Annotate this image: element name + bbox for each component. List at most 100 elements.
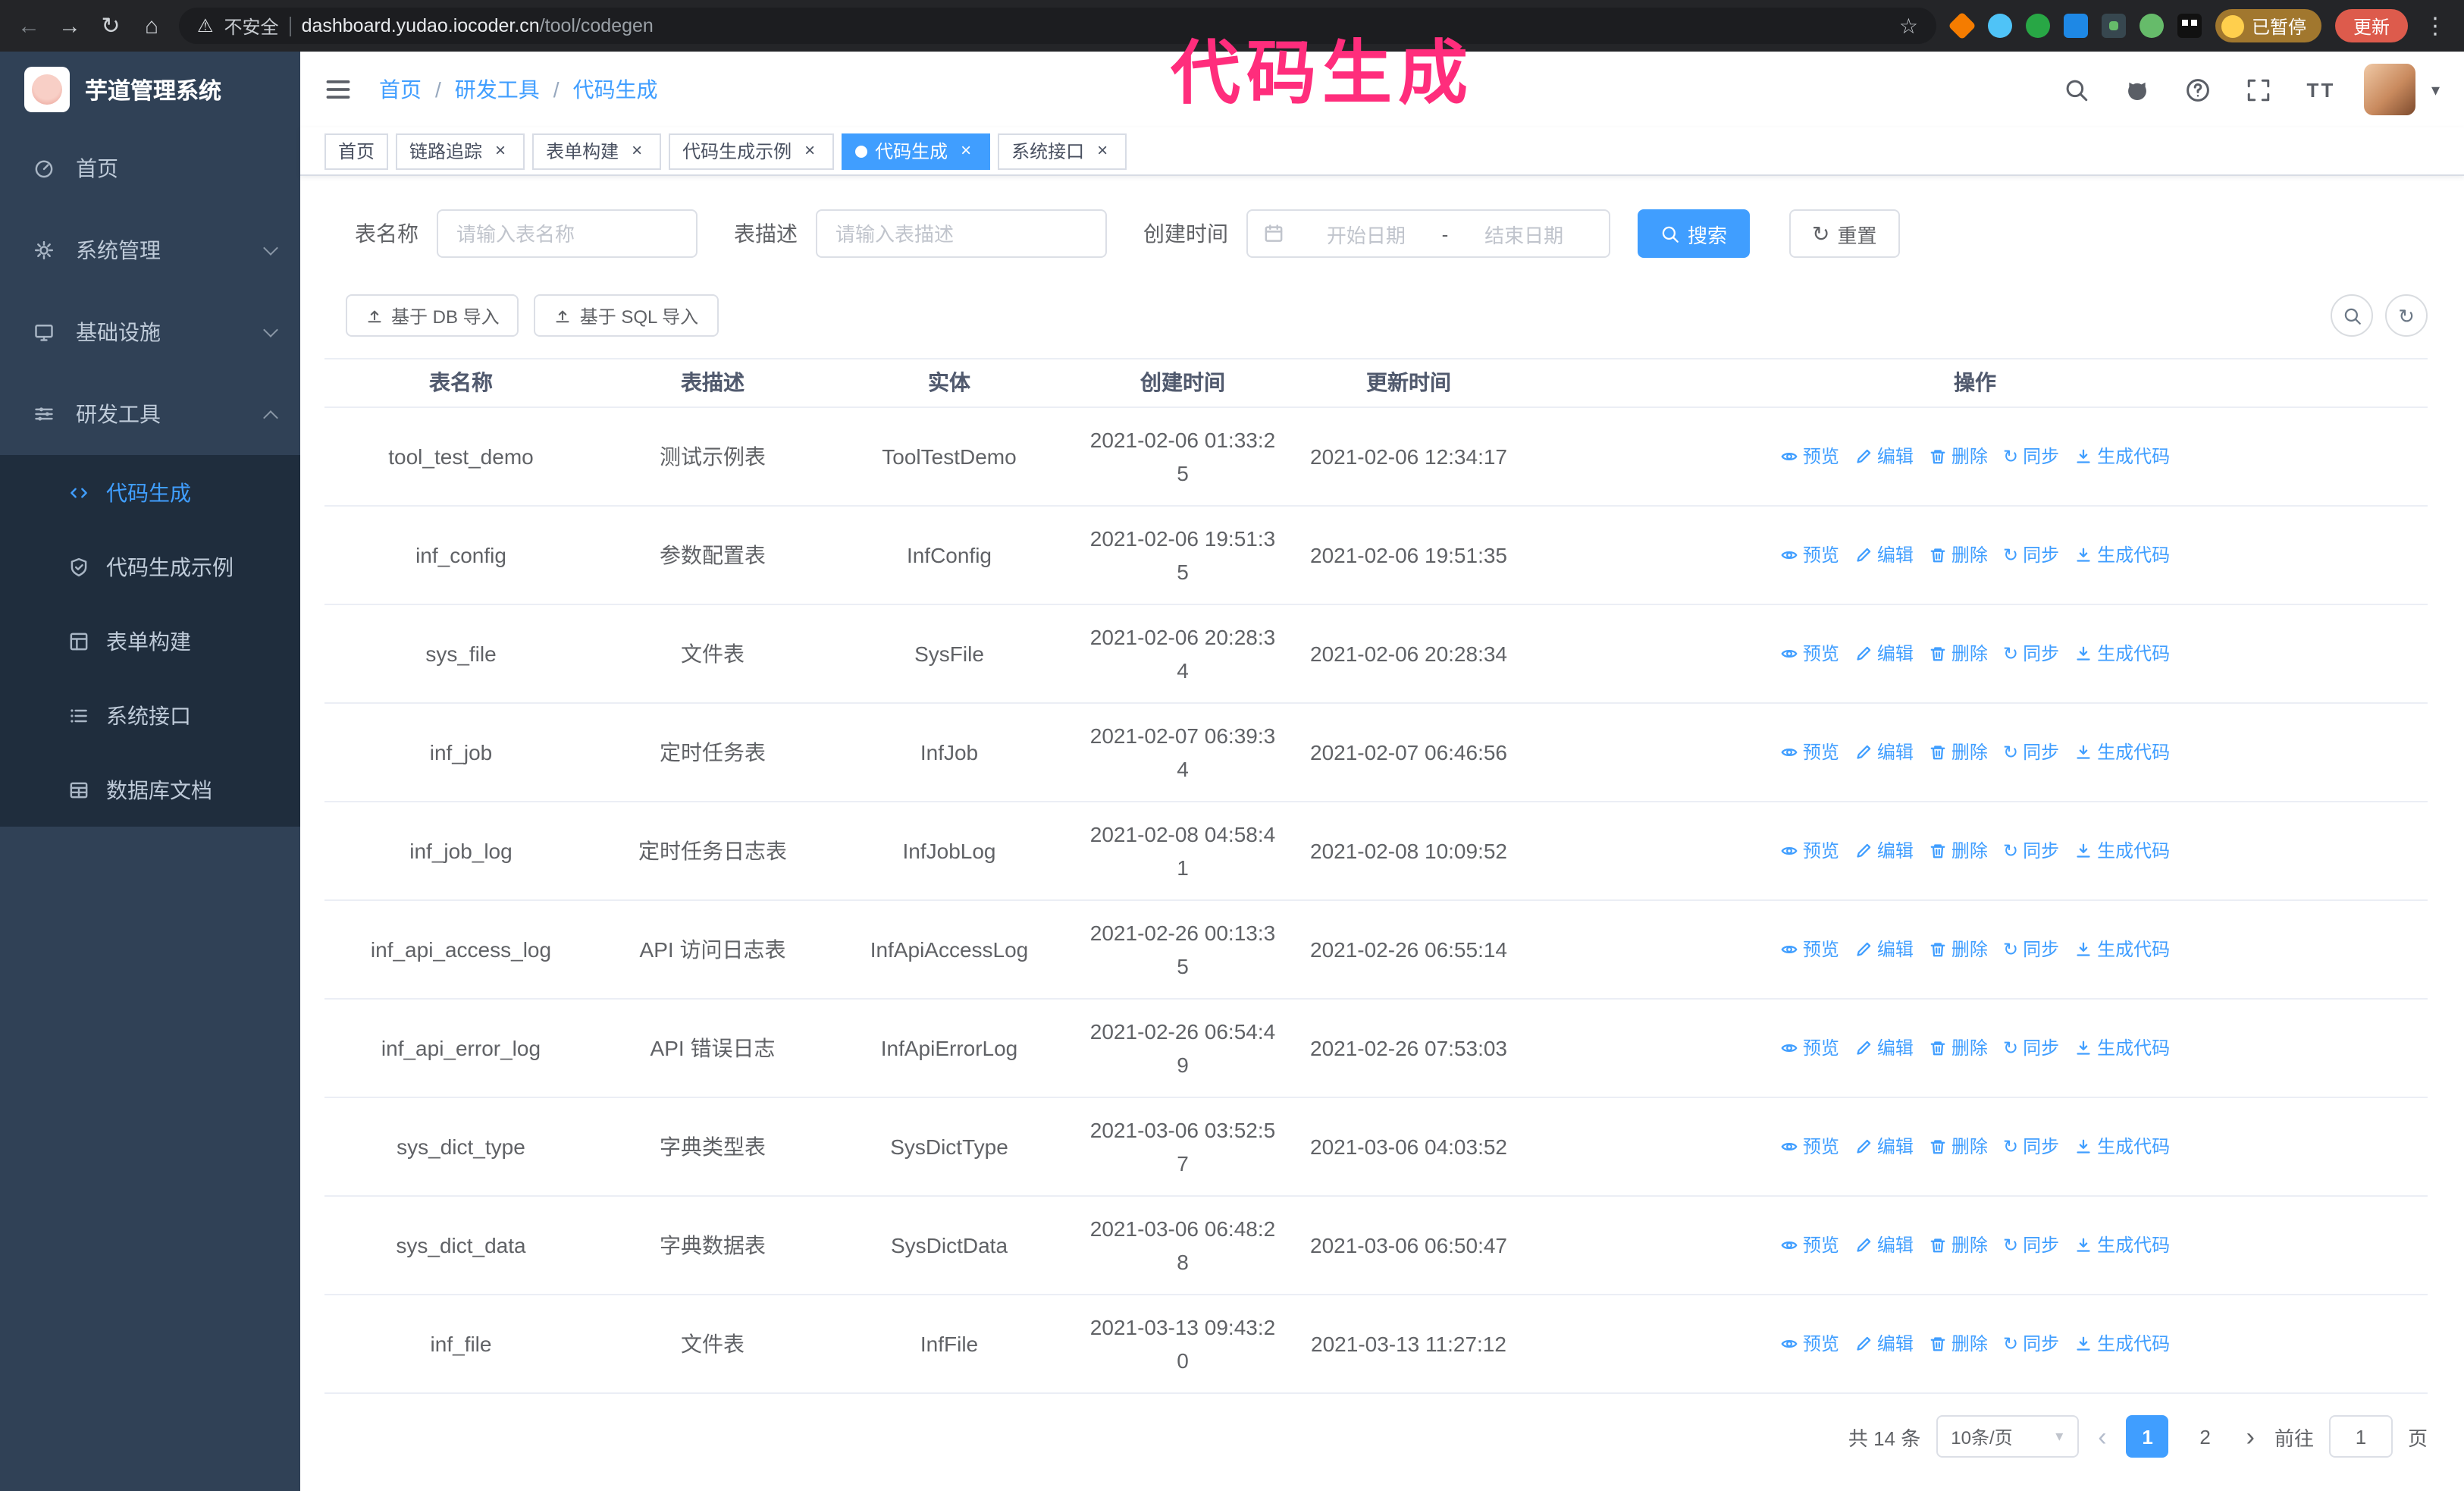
extension-icon[interactable]: [2101, 14, 2126, 38]
extension-icon[interactable]: [1987, 14, 2012, 38]
sidebar-item-form-builder[interactable]: 表单构建: [0, 604, 300, 678]
delete-link[interactable]: 删除: [1929, 1031, 1988, 1065]
extension-icon[interactable]: [1948, 11, 1977, 40]
reset-button[interactable]: ↻ 重置: [1789, 209, 1900, 258]
edit-link[interactable]: 编辑: [1854, 1327, 1914, 1361]
import-sql-button[interactable]: 基于 SQL 导入: [534, 294, 719, 337]
extension-icon[interactable]: [2063, 14, 2088, 38]
search-button[interactable]: 搜索: [1638, 209, 1751, 258]
preview-link[interactable]: 预览: [1780, 440, 1839, 473]
preview-link[interactable]: 预览: [1780, 1229, 1839, 1262]
sync-link[interactable]: ↻ 同步: [2003, 933, 2059, 966]
breadcrumb-home[interactable]: 首页: [379, 74, 422, 105]
preview-link[interactable]: 预览: [1780, 1031, 1839, 1065]
close-icon[interactable]: ×: [626, 140, 647, 162]
tab-system-api[interactable]: 系统接口 ×: [998, 133, 1127, 169]
sync-link[interactable]: ↻ 同步: [2003, 1130, 2059, 1163]
github-icon[interactable]: [2122, 74, 2152, 105]
font-size-icon[interactable]: T T: [2304, 74, 2334, 105]
extension-icon[interactable]: [2139, 14, 2164, 38]
preview-link[interactable]: 预览: [1780, 1130, 1839, 1163]
edit-link[interactable]: 编辑: [1854, 933, 1914, 966]
bookmark-star-icon[interactable]: ☆: [1899, 13, 1918, 39]
delete-link[interactable]: 删除: [1929, 736, 1988, 769]
sync-link[interactable]: ↻ 同步: [2003, 1031, 2059, 1065]
page-button-2[interactable]: 2: [2183, 1415, 2227, 1458]
preview-link[interactable]: 预览: [1780, 637, 1839, 670]
table-name-input[interactable]: [437, 209, 698, 258]
sync-link[interactable]: ↻ 同步: [2003, 1327, 2059, 1361]
extension-icon[interactable]: [2025, 14, 2050, 38]
delete-link[interactable]: 删除: [1929, 1229, 1988, 1262]
tab-codegen-example[interactable]: 代码生成示例 ×: [669, 133, 835, 169]
sync-link[interactable]: ↻ 同步: [2003, 538, 2059, 572]
browser-forward-button[interactable]: →: [56, 13, 83, 39]
extension-icon[interactable]: [2177, 14, 2202, 38]
generate-code-link[interactable]: 生成代码: [2074, 1229, 2170, 1262]
generate-code-link[interactable]: 生成代码: [2074, 538, 2170, 572]
delete-link[interactable]: 删除: [1929, 1327, 1988, 1361]
sidebar-toggle-button[interactable]: [324, 76, 352, 103]
avatar[interactable]: [2364, 64, 2416, 115]
tab-codegen[interactable]: 代码生成 ×: [842, 133, 991, 169]
profile-paused-badge[interactable]: 已暂停: [2215, 9, 2321, 42]
delete-link[interactable]: 删除: [1929, 440, 1988, 473]
sync-link[interactable]: ↻ 同步: [2003, 736, 2059, 769]
tab-tracing[interactable]: 链路追踪 ×: [396, 133, 525, 169]
generate-code-link[interactable]: 生成代码: [2074, 1031, 2170, 1065]
import-db-button[interactable]: 基于 DB 导入: [346, 294, 519, 337]
generate-code-link[interactable]: 生成代码: [2074, 736, 2170, 769]
edit-link[interactable]: 编辑: [1854, 736, 1914, 769]
close-icon[interactable]: ×: [799, 140, 820, 162]
tab-home[interactable]: 首页: [324, 133, 389, 169]
sidebar-item-home[interactable]: 首页: [0, 127, 300, 209]
fullscreen-icon[interactable]: [2243, 74, 2274, 105]
breadcrumb-devtools[interactable]: 研发工具: [455, 74, 540, 105]
edit-link[interactable]: 编辑: [1854, 538, 1914, 572]
close-icon[interactable]: ×: [490, 140, 511, 162]
browser-update-button[interactable]: 更新: [2334, 9, 2408, 42]
refresh-table-button[interactable]: ↻: [2385, 294, 2428, 337]
date-start-placeholder[interactable]: 开始日期: [1296, 219, 1436, 248]
browser-menu-kebab-icon[interactable]: ⋮: [2422, 12, 2449, 39]
tab-form-builder[interactable]: 表单构建 ×: [532, 133, 662, 169]
edit-link[interactable]: 编辑: [1854, 834, 1914, 868]
edit-link[interactable]: 编辑: [1854, 1130, 1914, 1163]
delete-link[interactable]: 删除: [1929, 538, 1988, 572]
generate-code-link[interactable]: 生成代码: [2074, 637, 2170, 670]
date-range-picker[interactable]: 开始日期 - 结束日期: [1246, 209, 1610, 258]
sidebar-item-devtools[interactable]: 研发工具: [0, 373, 300, 455]
page-button-1[interactable]: 1: [2126, 1415, 2169, 1458]
generate-code-link[interactable]: 生成代码: [2074, 440, 2170, 473]
table-desc-input[interactable]: [816, 209, 1107, 258]
app-logo-row[interactable]: 芋道管理系统: [0, 52, 300, 127]
toggle-search-button[interactable]: [2331, 294, 2373, 337]
preview-link[interactable]: 预览: [1780, 834, 1839, 868]
generate-code-link[interactable]: 生成代码: [2074, 933, 2170, 966]
browser-home-button[interactable]: ⌂: [138, 13, 165, 39]
next-page-button[interactable]: ›: [2242, 1424, 2259, 1449]
sync-link[interactable]: ↻ 同步: [2003, 834, 2059, 868]
preview-link[interactable]: 预览: [1780, 736, 1839, 769]
edit-link[interactable]: 编辑: [1854, 637, 1914, 670]
preview-link[interactable]: 预览: [1780, 538, 1839, 572]
delete-link[interactable]: 删除: [1929, 834, 1988, 868]
generate-code-link[interactable]: 生成代码: [2074, 834, 2170, 868]
sidebar-item-codegen[interactable]: 代码生成: [0, 455, 300, 529]
preview-link[interactable]: 预览: [1780, 933, 1839, 966]
sidebar-item-system-api[interactable]: 系统接口: [0, 678, 300, 752]
sidebar-item-infra[interactable]: 基础设施: [0, 291, 300, 373]
goto-page-input[interactable]: [2328, 1415, 2393, 1458]
prev-page-button[interactable]: ‹: [2093, 1424, 2111, 1449]
browser-reload-button[interactable]: ↻: [97, 12, 124, 39]
page-size-select[interactable]: 10条/页 ▾: [1936, 1415, 2079, 1458]
preview-link[interactable]: 预览: [1780, 1327, 1839, 1361]
sidebar-item-db-docs[interactable]: 数据库文档: [0, 752, 300, 827]
sync-link[interactable]: ↻ 同步: [2003, 637, 2059, 670]
sidebar-item-codegen-example[interactable]: 代码生成示例: [0, 529, 300, 604]
chevron-down-icon[interactable]: ▾: [2431, 80, 2440, 99]
generate-code-link[interactable]: 生成代码: [2074, 1130, 2170, 1163]
close-icon[interactable]: ×: [1092, 140, 1113, 162]
search-icon[interactable]: [2061, 74, 2092, 105]
edit-link[interactable]: 编辑: [1854, 440, 1914, 473]
